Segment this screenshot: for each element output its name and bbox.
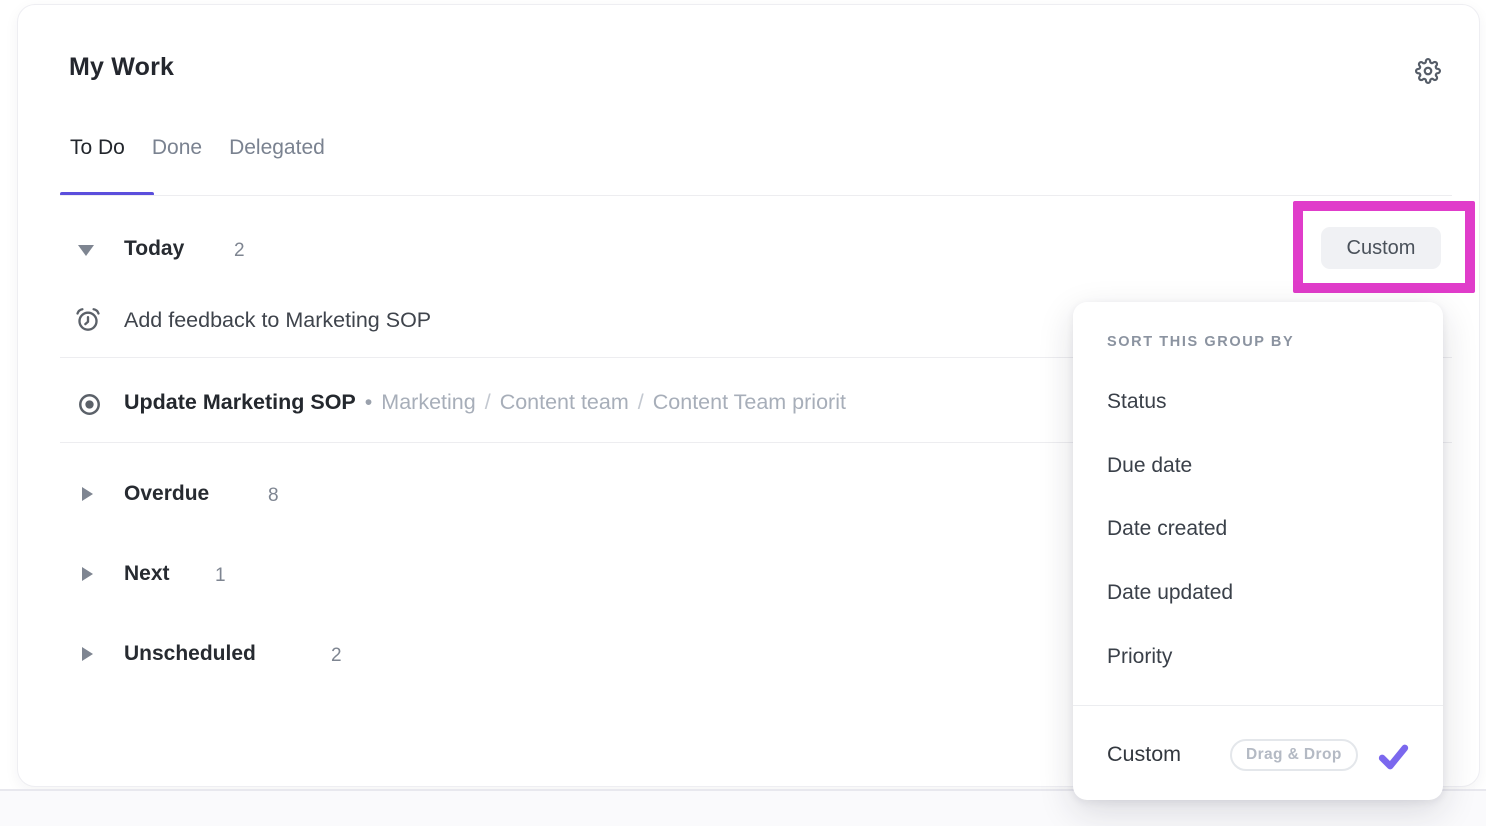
chevron-right-icon[interactable] bbox=[82, 647, 93, 661]
tab-bar: To Do Done Delegated bbox=[60, 136, 335, 160]
chevron-down-icon[interactable] bbox=[78, 245, 94, 256]
menu-divider bbox=[1073, 705, 1443, 706]
breadcrumb-folder: Content team bbox=[500, 390, 629, 414]
widget-title: My Work bbox=[69, 53, 174, 82]
menu-item-label: Custom bbox=[1107, 742, 1181, 767]
menu-item-label: Priority bbox=[1107, 645, 1172, 669]
chevron-right-icon[interactable] bbox=[82, 487, 93, 501]
group-header-today[interactable]: Today bbox=[124, 237, 184, 261]
bullet-separator: • bbox=[356, 390, 382, 414]
menu-item-label: Status bbox=[1107, 390, 1167, 414]
group-header-unscheduled[interactable]: Unscheduled bbox=[124, 642, 256, 666]
sort-menu-header: SORT THIS GROUP BY bbox=[1107, 334, 1294, 350]
task-title[interactable]: Add feedback to Marketing SOP bbox=[124, 308, 431, 333]
settings-button[interactable] bbox=[1415, 57, 1443, 85]
breadcrumb-separator: / bbox=[629, 390, 653, 414]
menu-item-label: Date updated bbox=[1107, 581, 1233, 605]
task-row[interactable]: Update Marketing SOP•Marketing/Content t… bbox=[124, 390, 846, 415]
sort-menu: SORT THIS GROUP BY Status Due date Date … bbox=[1073, 302, 1443, 800]
group-header-next[interactable]: Next bbox=[124, 562, 170, 586]
target-icon bbox=[76, 391, 103, 423]
alarm-clock-icon bbox=[74, 306, 102, 339]
tab-delegated[interactable]: Delegated bbox=[219, 136, 335, 160]
group-header-overdue[interactable]: Overdue bbox=[124, 482, 209, 506]
menu-item-priority[interactable]: Priority bbox=[1073, 636, 1443, 680]
menu-item-label: Date created bbox=[1107, 517, 1227, 541]
menu-item-date-created[interactable]: Date created bbox=[1073, 508, 1443, 552]
breadcrumb-space: Marketing bbox=[381, 390, 475, 414]
menu-item-date-updated[interactable]: Date updated bbox=[1073, 572, 1443, 616]
annotation-highlight-box bbox=[1293, 201, 1475, 293]
group-count-unscheduled: 2 bbox=[331, 645, 342, 667]
menu-item-custom[interactable]: Custom Drag & Drop bbox=[1073, 732, 1443, 780]
gear-icon bbox=[1415, 58, 1443, 84]
tabbar-divider bbox=[60, 195, 1452, 196]
menu-item-status[interactable]: Status bbox=[1073, 381, 1443, 425]
tab-to-do[interactable]: To Do bbox=[60, 136, 135, 160]
task-title[interactable]: Update Marketing SOP bbox=[124, 390, 356, 414]
group-count-next: 1 bbox=[215, 565, 226, 587]
breadcrumb-list: Content Team priorit bbox=[653, 390, 846, 414]
breadcrumb-separator: / bbox=[476, 390, 500, 414]
drag-drop-badge: Drag & Drop bbox=[1230, 739, 1358, 771]
chevron-right-icon[interactable] bbox=[82, 567, 93, 581]
group-count-overdue: 8 bbox=[268, 485, 279, 507]
group-count-today: 2 bbox=[234, 240, 245, 262]
menu-item-due-date[interactable]: Due date bbox=[1073, 445, 1443, 489]
menu-item-label: Due date bbox=[1107, 454, 1192, 478]
tab-done[interactable]: Done bbox=[142, 136, 212, 160]
checkmark-icon bbox=[1376, 740, 1411, 777]
